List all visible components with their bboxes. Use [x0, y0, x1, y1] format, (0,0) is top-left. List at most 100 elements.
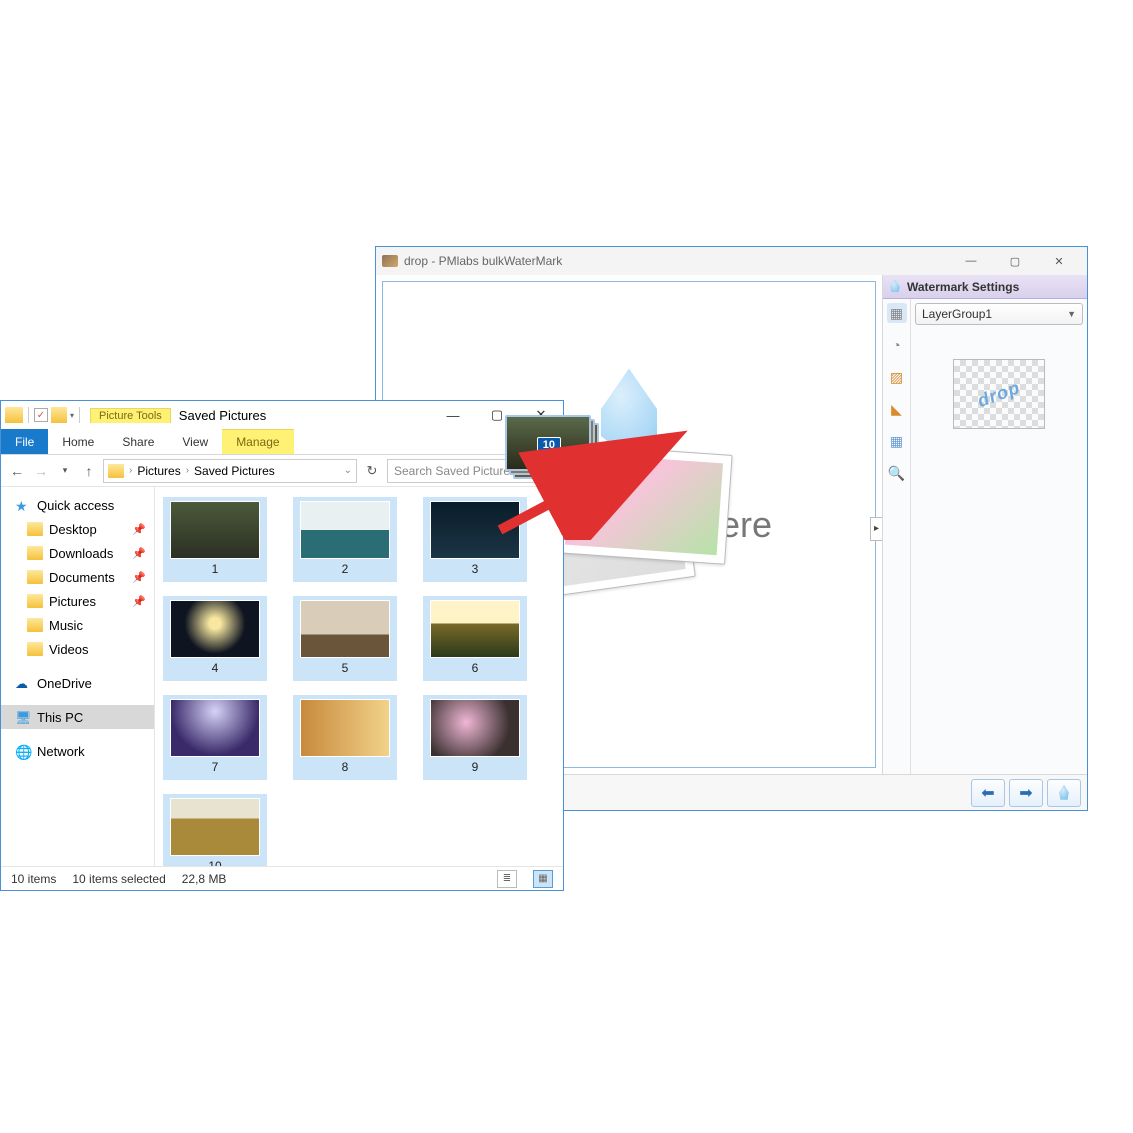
watermark-preview[interactable]: drop [953, 359, 1045, 429]
properties-icon[interactable]: ✓ [34, 408, 48, 422]
wm-window-title: drop - PMlabs bulkWaterMark [404, 254, 949, 268]
network-icon: 🌐 [15, 744, 31, 758]
status-bar: 10 items 10 items selected 22,8 MB ≣ ▦ [1, 866, 563, 890]
clock-tool-icon[interactable]: ◔ [887, 335, 907, 355]
pin-icon: 📌 [132, 571, 146, 584]
droplet-icon [1058, 785, 1070, 801]
nav-forward-button[interactable]: → [31, 461, 51, 481]
thumbnail-caption: 2 [342, 562, 349, 576]
chevron-down-icon[interactable]: ▾ [70, 411, 74, 420]
nav-downloads[interactable]: Downloads📌 [1, 541, 154, 565]
nav-quick-access[interactable]: ★Quick access [1, 493, 154, 517]
nav-videos[interactable]: Videos [1, 637, 154, 661]
thumbnail-item[interactable]: 8 [293, 695, 397, 780]
pc-icon: 🖥 [15, 710, 31, 724]
minimize-button[interactable]: — [431, 401, 475, 429]
thumbnail-caption: 7 [212, 760, 219, 774]
image-tool-icon[interactable]: ▨ [887, 367, 907, 387]
thumbnail-item[interactable]: 7 [163, 695, 267, 780]
ribbon: File Home Share View Manage [1, 429, 563, 455]
grid-tool-icon[interactable]: ▦ [887, 431, 907, 451]
thumbnail-item[interactable]: 3 [423, 497, 527, 582]
thumbnail-caption: 1 [212, 562, 219, 576]
prev-button[interactable]: ⬅ [971, 779, 1005, 807]
chevron-down-icon: ▼ [1067, 309, 1076, 319]
ruler-tool-icon[interactable]: ◣ [887, 399, 907, 419]
folder-icon[interactable] [5, 407, 23, 423]
drag-ghost: 10 [505, 415, 605, 485]
breadcrumb-level2[interactable]: Saved Pictures [194, 464, 275, 478]
nav-network[interactable]: 🌐Network [1, 739, 154, 763]
nav-music[interactable]: Music [1, 613, 154, 637]
breadcrumb-level1[interactable]: Pictures [137, 464, 180, 478]
thumbnail-caption: 3 [472, 562, 479, 576]
ribbon-tab-home[interactable]: Home [48, 429, 108, 454]
watermark-settings-panel: Watermark Settings ▦ ◔ ▨ ◣ ▦ 🔍 LayerGrou… [882, 275, 1087, 774]
ribbon-tab-manage[interactable]: Manage [222, 429, 293, 454]
thumbnail-item[interactable]: 1 [163, 497, 267, 582]
chevron-down-icon[interactable]: ⌄ [344, 465, 352, 476]
layer-group-select[interactable]: LayerGroup1 ▼ [915, 303, 1083, 325]
thumbnails-view-button[interactable]: ▦ [533, 870, 553, 888]
fe-titlebar[interactable]: ✓ ▾ Picture Tools Saved Pictures — ▢ ✕ [1, 401, 563, 429]
refresh-button[interactable]: ↻ [361, 459, 383, 483]
thumbnail-item[interactable]: 2 [293, 497, 397, 582]
ribbon-tab-share[interactable]: Share [108, 429, 168, 454]
breadcrumb[interactable]: › Pictures › Saved Pictures ⌄ [103, 459, 357, 483]
picture-tools-tab[interactable]: Picture Tools [90, 408, 171, 423]
thumbnail-item[interactable]: 4 [163, 596, 267, 681]
thumbnail-caption: 4 [212, 661, 219, 675]
close-button[interactable]: ✕ [1037, 247, 1081, 275]
folder-icon [108, 464, 124, 478]
wm-panel-header: Watermark Settings [883, 275, 1087, 299]
chevron-right-icon: › [129, 465, 132, 476]
search-placeholder: Search Saved Pictures [394, 464, 516, 478]
ribbon-tab-view[interactable]: View [168, 429, 222, 454]
new-folder-icon[interactable] [51, 407, 67, 423]
thumbnail-image [300, 699, 390, 757]
nav-up-button[interactable]: ↑ [79, 461, 99, 481]
status-size: 22,8 MB [182, 872, 227, 886]
navigation-pane: ★Quick access Desktop📌 Downloads📌 Docume… [1, 487, 155, 866]
next-button[interactable]: ➡ [1009, 779, 1043, 807]
minimize-button[interactable]: — [949, 247, 993, 275]
nav-this-pc[interactable]: 🖥This PC [1, 705, 154, 729]
chevron-right-icon: › [186, 465, 189, 476]
nav-history-button[interactable]: ▾ [55, 461, 75, 481]
drag-count-badge: 10 [537, 437, 561, 453]
thumbnail-caption: 8 [342, 760, 349, 774]
expand-panel-tab[interactable]: ▸ [870, 517, 882, 541]
apply-watermark-button[interactable] [1047, 779, 1081, 807]
nav-desktop[interactable]: Desktop📌 [1, 517, 154, 541]
watermark-preview-text: drop [975, 377, 1024, 412]
wm-titlebar[interactable]: drop - PMlabs bulkWaterMark — ▢ ✕ [376, 247, 1087, 275]
thumbnail-image [170, 699, 260, 757]
nav-back-button[interactable]: ← [7, 461, 27, 481]
thumbnail-image [430, 600, 520, 658]
thumbnail-item[interactable]: 9 [423, 695, 527, 780]
nav-onedrive[interactable]: ☁OneDrive [1, 671, 154, 695]
pin-icon: 📌 [132, 595, 146, 608]
thumbnail-item[interactable]: 10 [163, 794, 267, 866]
ribbon-tab-file[interactable]: File [1, 429, 48, 454]
thumbnail-caption: 6 [472, 661, 479, 675]
fe-window-title: Saved Pictures [179, 408, 266, 423]
wm-panel-title: Watermark Settings [907, 280, 1019, 294]
status-selected-count: 10 items selected [72, 872, 165, 886]
droplet-icon [889, 280, 901, 294]
nav-pictures[interactable]: Pictures📌 [1, 589, 154, 613]
folder-icon [27, 618, 43, 632]
thumbnail-item[interactable]: 6 [423, 596, 527, 681]
thumbnail-item[interactable]: 5 [293, 596, 397, 681]
layers-tool-icon[interactable]: ▦ [887, 303, 907, 323]
layer-group-value: LayerGroup1 [922, 307, 992, 321]
pin-icon: 📌 [132, 523, 146, 536]
details-view-button[interactable]: ≣ [497, 870, 517, 888]
search-tool-icon[interactable]: 🔍 [887, 463, 907, 483]
thumbnail-caption: 10 [208, 859, 221, 866]
thumbnail-caption: 9 [472, 760, 479, 774]
maximize-button[interactable]: ▢ [993, 247, 1037, 275]
pin-icon: 📌 [132, 547, 146, 560]
content-pane[interactable]: 1 2 3 4 5 6 7 8 9 10 [155, 487, 563, 866]
nav-documents[interactable]: Documents📌 [1, 565, 154, 589]
